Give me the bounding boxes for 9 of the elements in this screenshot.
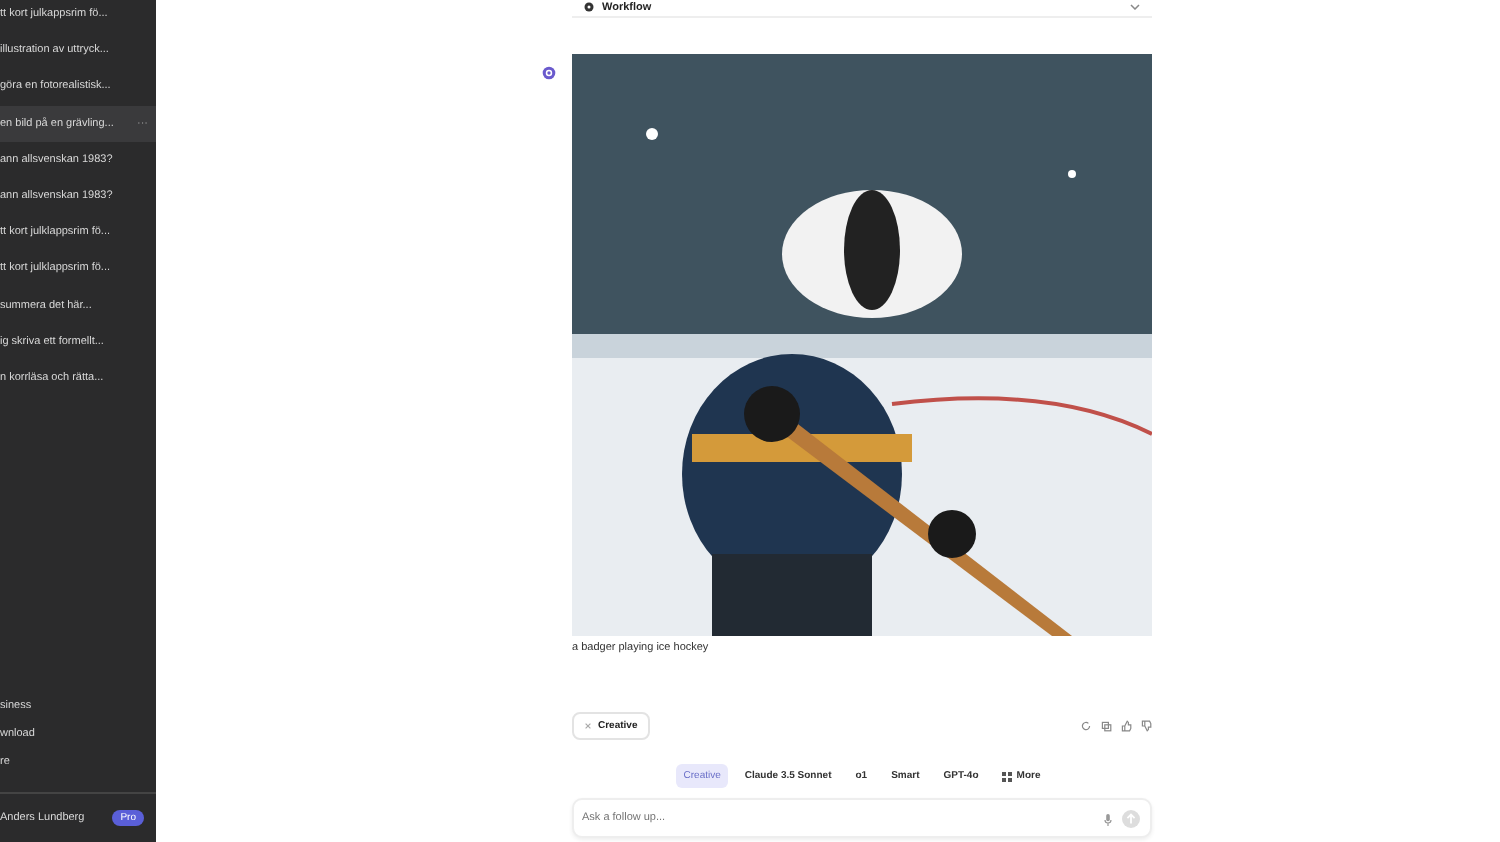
rewrite-icon[interactable] <box>1080 720 1092 732</box>
grid-icon <box>1002 771 1013 781</box>
assistant-icon <box>542 66 556 80</box>
copy-icon[interactable] <box>1100 720 1112 732</box>
thumbs-up-icon[interactable] <box>1120 720 1132 732</box>
microphone-icon[interactable] <box>1104 813 1112 825</box>
close-icon[interactable] <box>584 722 592 730</box>
thumbs-down-icon[interactable] <box>1140 720 1152 732</box>
chevron-icon <box>1130 3 1140 9</box>
